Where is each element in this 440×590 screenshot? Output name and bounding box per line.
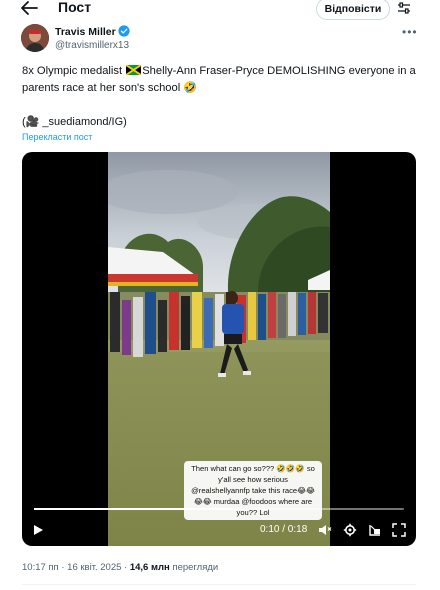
top-bar: Пост Відповісти [0, 0, 440, 20]
video-progress-track[interactable] [34, 508, 404, 510]
reply-button[interactable]: Відповісти [316, 0, 390, 20]
post-date[interactable]: 16 квіт. 2025 [67, 562, 121, 573]
video-controls: 0:10 / 0:18 [22, 498, 416, 546]
back-arrow-icon[interactable] [20, 0, 38, 16]
video-player[interactable]: Then what can go so??? 🤣🤣🤣 so y'all see … [22, 152, 416, 546]
author-name[interactable]: Travis Miller [55, 26, 116, 38]
translate-link[interactable]: Перекласти пост [22, 132, 92, 142]
meta-separator: · [61, 562, 65, 573]
verified-badge-icon [118, 25, 130, 37]
jamaica-flag-icon [126, 65, 142, 75]
play-icon[interactable] [32, 524, 44, 536]
divider [22, 584, 416, 585]
filter-icon[interactable] [397, 1, 411, 15]
meta-separator-2: · [124, 562, 128, 573]
post-meta: 10:17 пп · 16 квіт. 2025 · 14,6 млн пере… [22, 562, 218, 573]
post-time[interactable]: 10:17 пп [22, 562, 59, 573]
pip-icon[interactable] [368, 523, 382, 537]
video-progress-fill [34, 508, 240, 510]
avatar[interactable] [21, 24, 49, 52]
page-title: Пост [58, 0, 92, 15]
post-credit: (🎥 _suediamond/IG) [22, 116, 127, 128]
post-text: 8x Olympic medalist Shelly-Ann Fraser-Pr… [22, 63, 422, 97]
more-icon[interactable]: ••• [402, 25, 418, 39]
post-text-part-1: 8x Olympic medalist [22, 65, 126, 77]
views-count: 14,6 млн [129, 562, 170, 573]
video-time: 0:10 / 0:18 [260, 524, 308, 535]
author-handle[interactable]: @travismillerx13 [55, 40, 129, 51]
volume-icon[interactable] [318, 523, 332, 537]
views-label: перегляди [172, 562, 219, 573]
fullscreen-icon[interactable] [392, 523, 406, 537]
settings-icon[interactable] [343, 523, 357, 537]
